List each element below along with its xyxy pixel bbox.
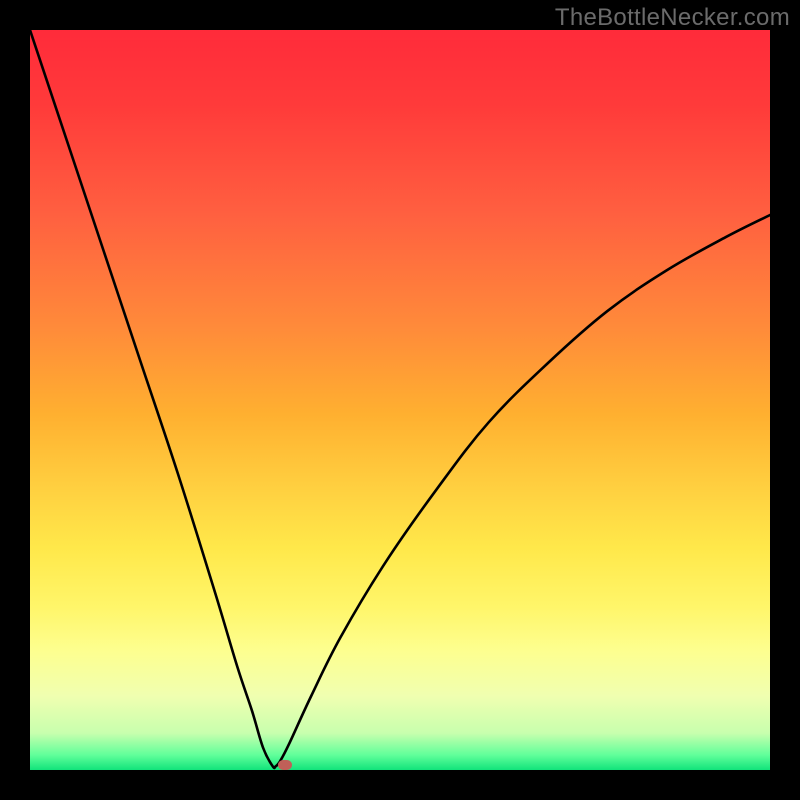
chart-frame: TheBottleNecker.com — [0, 0, 800, 800]
notch-marker — [278, 760, 292, 770]
watermark-text: TheBottleNecker.com — [555, 4, 790, 32]
plot-area — [30, 30, 770, 770]
